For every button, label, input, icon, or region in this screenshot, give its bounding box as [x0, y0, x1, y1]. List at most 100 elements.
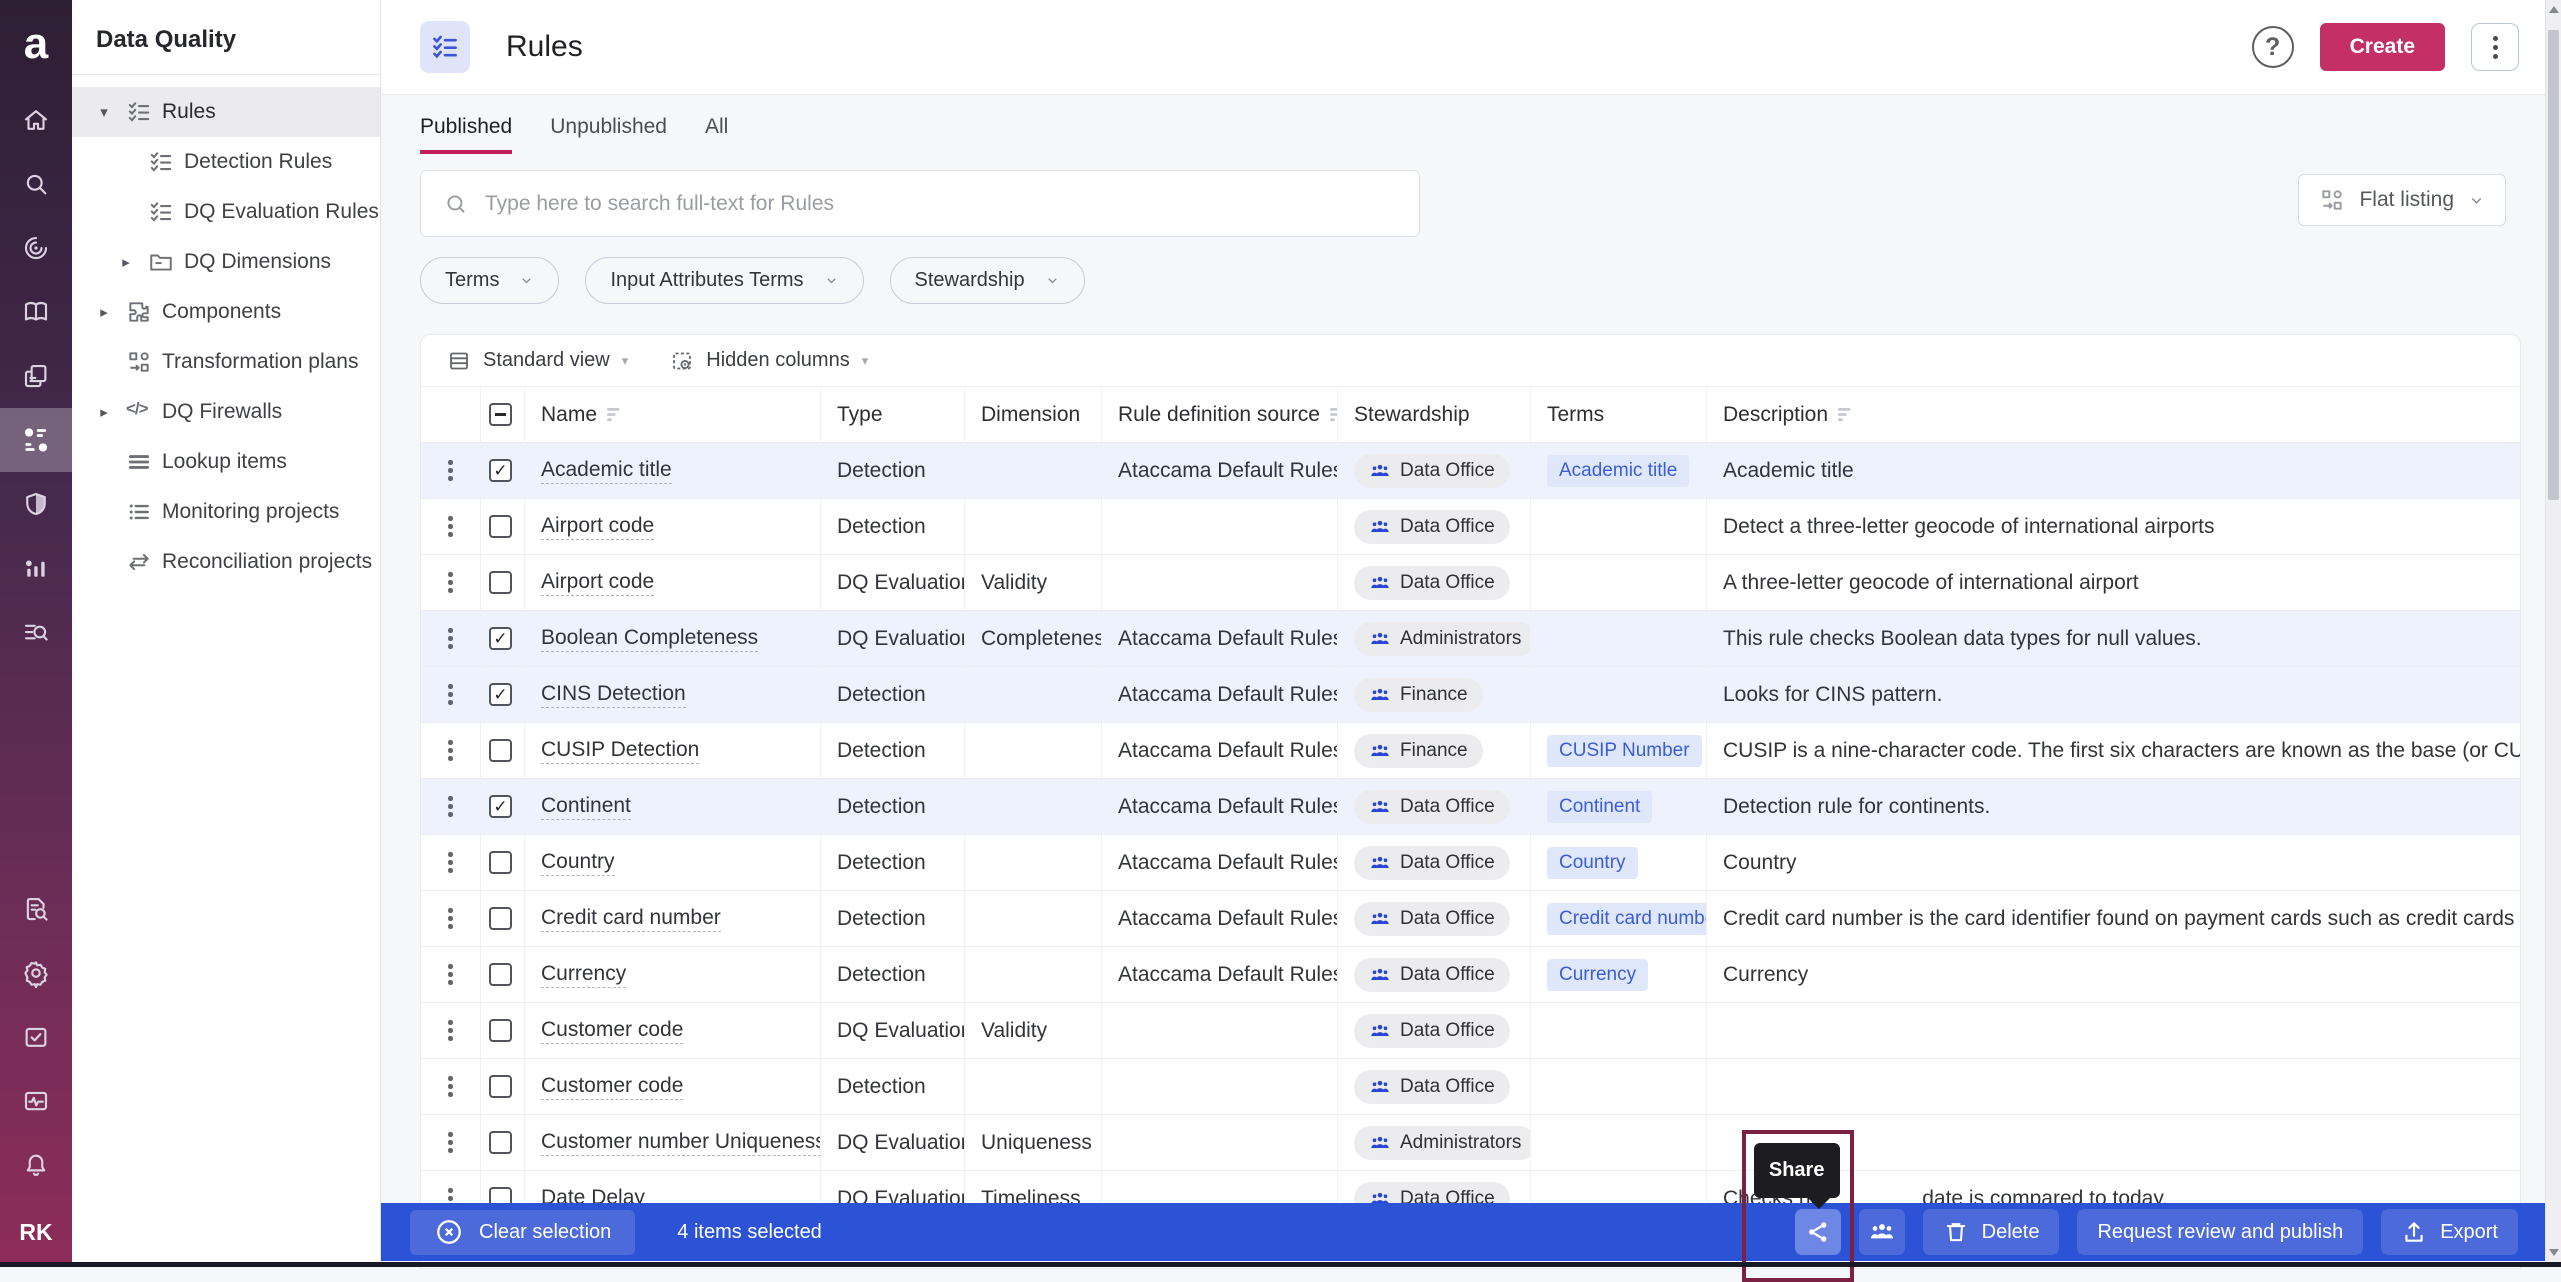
term-badge[interactable]: Credit card number	[1547, 902, 1706, 935]
row-kebab-icon[interactable]	[448, 1020, 453, 1041]
column-header-dimension[interactable]: Dimension	[965, 387, 1102, 442]
document-search-icon[interactable]	[0, 877, 72, 941]
term-badge[interactable]: Continent	[1547, 790, 1653, 823]
row-checkbox[interactable]	[489, 459, 512, 482]
monitor-icon[interactable]	[0, 1069, 72, 1133]
delete-button[interactable]: Delete	[1922, 1209, 2060, 1255]
row-checkbox[interactable]	[489, 1075, 512, 1098]
rule-name-link[interactable]: Country	[541, 850, 615, 876]
request-review-publish-button[interactable]: Request review and publish	[2077, 1209, 2364, 1255]
sidebar-item-dq-evaluation-rules[interactable]: DQ Evaluation Rules	[72, 187, 380, 237]
row-checkbox[interactable]	[489, 571, 512, 594]
hidden-columns-button[interactable]: Hidden columns ▾	[670, 349, 868, 373]
row-kebab-icon[interactable]	[448, 796, 453, 817]
row-checkbox[interactable]	[489, 851, 512, 874]
chevron-right-icon[interactable]: ▸	[92, 303, 116, 321]
row-kebab-icon[interactable]	[448, 1076, 453, 1097]
shield-icon[interactable]	[0, 472, 72, 536]
row-kebab-icon[interactable]	[448, 1132, 453, 1153]
sort-icon[interactable]	[1838, 407, 1857, 422]
tab-unpublished[interactable]: Unpublished	[550, 115, 667, 154]
sidebar-item-rules[interactable]: ▾ Rules	[72, 87, 380, 137]
rule-name-link[interactable]: Airport code	[541, 570, 655, 596]
column-header-type[interactable]: Type	[821, 387, 965, 442]
term-badge[interactable]: CUSIP Number	[1547, 734, 1702, 767]
row-checkbox[interactable]	[489, 683, 512, 706]
term-badge[interactable]: Country	[1547, 846, 1638, 879]
rule-name-link[interactable]: CINS Detection	[541, 682, 686, 708]
row-checkbox[interactable]	[489, 795, 512, 818]
sidebar-item-detection-rules[interactable]: Detection Rules	[72, 137, 380, 187]
row-checkbox[interactable]	[489, 1131, 512, 1154]
sidebar-item-dq-dimensions[interactable]: ▸ DQ Dimensions	[72, 237, 380, 287]
column-header-name[interactable]: Name	[525, 387, 821, 442]
column-header-stewardship[interactable]: Stewardship	[1338, 387, 1531, 442]
column-header-description[interactable]: Description	[1707, 387, 2520, 442]
export-button[interactable]: Export	[2381, 1209, 2518, 1255]
row-checkbox[interactable]	[489, 627, 512, 650]
eq-search-icon[interactable]	[0, 600, 72, 664]
create-button[interactable]: Create	[2319, 23, 2445, 71]
copy-icon[interactable]	[0, 344, 72, 408]
gear-icon[interactable]	[0, 941, 72, 1005]
manage-stewardship-button[interactable]	[1858, 1209, 1905, 1255]
view-selector[interactable]: Standard view ▾	[447, 349, 628, 373]
avatar[interactable]: RK	[0, 1197, 72, 1267]
book-icon[interactable]	[0, 280, 72, 344]
more-actions-button[interactable]	[2471, 23, 2519, 71]
rule-name-link[interactable]: Continent	[541, 794, 631, 820]
row-kebab-icon[interactable]	[448, 684, 453, 705]
ataccama-logo[interactable]: a	[0, 0, 72, 88]
chevron-down-icon[interactable]: ▾	[92, 103, 116, 121]
term-badge[interactable]: Academic title	[1547, 454, 1690, 487]
row-kebab-icon[interactable]	[448, 740, 453, 761]
rule-name-link[interactable]: Credit card number	[541, 906, 721, 932]
radar-icon[interactable]	[0, 216, 72, 280]
scroll-up-arrow[interactable]	[2546, 2, 2561, 18]
chevron-right-icon[interactable]: ▸	[92, 403, 116, 421]
rule-name-link[interactable]: Academic title	[541, 458, 672, 484]
search-input[interactable]	[485, 191, 1397, 216]
chevron-right-icon[interactable]: ▸	[114, 253, 138, 271]
sidebar-item-dq-firewalls[interactable]: ▸ </> DQ Firewalls	[72, 387, 380, 437]
column-header-terms[interactable]: Terms	[1531, 387, 1707, 442]
row-checkbox[interactable]	[489, 907, 512, 930]
tab-published[interactable]: Published	[420, 115, 513, 154]
term-badge[interactable]: Currency	[1547, 958, 1649, 991]
row-checkbox[interactable]	[489, 1019, 512, 1042]
rule-name-link[interactable]: Customer code	[541, 1018, 684, 1044]
check-square-icon[interactable]	[0, 1005, 72, 1069]
row-kebab-icon[interactable]	[448, 516, 453, 537]
row-checkbox[interactable]	[489, 963, 512, 986]
filter-input-attributes-terms[interactable]: Input Attributes Terms	[585, 257, 864, 304]
filter-stewardship[interactable]: Stewardship	[889, 257, 1085, 304]
row-checkbox[interactable]	[489, 515, 512, 538]
listing-mode-select[interactable]: Flat listing	[2298, 174, 2506, 226]
help-icon[interactable]: ?	[2251, 26, 2294, 68]
rule-name-link[interactable]: Boolean Completeness	[541, 626, 759, 652]
sidebar-item-reconciliation-projects[interactable]: Reconciliation projects	[72, 537, 380, 587]
row-kebab-icon[interactable]	[448, 628, 453, 649]
bell-icon[interactable]	[0, 1133, 72, 1197]
column-header-rule-definition-source[interactable]: Rule definition source	[1102, 387, 1338, 442]
row-kebab-icon[interactable]	[448, 908, 453, 929]
vertical-scrollbar[interactable]	[2545, 0, 2561, 1262]
search-icon[interactable]	[0, 152, 72, 216]
home-icon[interactable]	[0, 88, 72, 152]
select-all-checkbox[interactable]	[489, 403, 512, 426]
rule-name-link[interactable]: CUSIP Detection	[541, 738, 700, 764]
sort-icon[interactable]	[607, 407, 626, 422]
rule-name-link[interactable]: Customer code	[541, 1074, 684, 1100]
rule-name-link[interactable]: Currency	[541, 962, 627, 988]
sort-icon[interactable]	[1330, 407, 1338, 422]
rule-name-link[interactable]: Customer number Uniqueness	[541, 1130, 820, 1156]
row-kebab-icon[interactable]	[448, 460, 453, 481]
sidebar-item-lookup-items[interactable]: Lookup items	[72, 437, 380, 487]
row-kebab-icon[interactable]	[448, 852, 453, 873]
scrollbar-thumb[interactable]	[2548, 30, 2559, 500]
clear-selection-button[interactable]: Clear selection	[410, 1209, 636, 1255]
tab-all[interactable]: All	[705, 115, 728, 154]
sidebar-item-monitoring-projects[interactable]: Monitoring projects	[72, 487, 380, 537]
data-quality-icon[interactable]	[0, 408, 72, 472]
bar-chart-icon[interactable]	[0, 536, 72, 600]
